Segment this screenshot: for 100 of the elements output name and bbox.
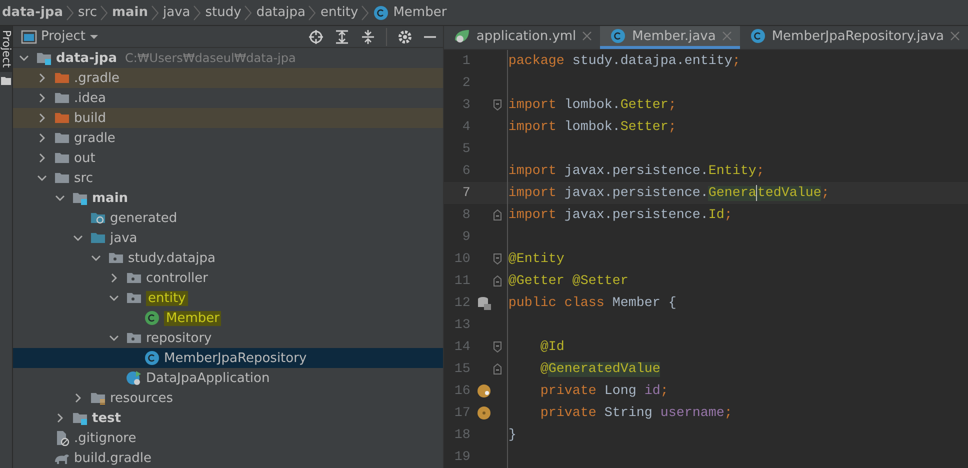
chevron-icon: [151, 4, 160, 20]
chevron-icon: [100, 4, 108, 20]
item-label: main: [92, 190, 128, 206]
item-label: DataJpaApplication: [146, 370, 270, 386]
code-line: private Long id;: [539, 382, 668, 400]
folder-icon: [108, 250, 124, 266]
item-label: MemberJpaRepository: [164, 350, 307, 366]
code-line: @Getter @Setter: [508, 272, 628, 290]
tree-row[interactable]: gradle: [13, 128, 444, 148]
panel-title[interactable]: Project: [41, 29, 86, 44]
folder-icon: [126, 290, 142, 306]
tree-row[interactable]: controller: [13, 268, 444, 288]
folder-icon: [54, 170, 70, 186]
tree-row[interactable]: entity: [13, 288, 444, 308]
item-label: test: [92, 410, 121, 426]
line-number: 17: [453, 406, 470, 420]
folder-icon: [1, 76, 11, 86]
tree-row[interactable]: repository: [13, 328, 444, 348]
locate-icon[interactable]: [308, 28, 324, 44]
breadcrumb-item[interactable]: Member: [393, 5, 447, 20]
breadcrumb-item[interactable]: study: [205, 5, 242, 20]
project-tool-tab[interactable]: Project: [0, 26, 12, 72]
item-label: study.datajpa: [128, 250, 216, 266]
fold-marker-icon[interactable]: [493, 253, 502, 265]
line-number: 13: [453, 318, 470, 332]
fold-marker-icon[interactable]: [493, 275, 502, 287]
item-label: entity: [146, 290, 188, 306]
line-number: 2: [461, 76, 470, 90]
item-label: out: [74, 150, 96, 166]
tree-row[interactable]: src: [13, 168, 444, 188]
fold-marker-icon[interactable]: [493, 99, 502, 111]
code-line: import javax.persistence.GeneratedValue;: [508, 184, 830, 203]
tree-row[interactable]: build.gradle: [13, 448, 444, 468]
editor-tab[interactable]: application.yml: [444, 26, 600, 49]
expand-all-icon[interactable]: [334, 28, 350, 44]
fold-marker-icon[interactable]: [493, 209, 502, 221]
editor-tab[interactable]: Member.java: [600, 26, 740, 49]
folder-icon: [72, 190, 88, 206]
code-line: import lombok.Setter;: [508, 118, 676, 136]
line-number: 10: [453, 252, 470, 266]
field-icon[interactable]: [476, 406, 491, 420]
tree-row[interactable]: .gradle: [13, 68, 444, 88]
ignored-file-icon: [54, 430, 70, 446]
breadcrumb-item[interactable]: java: [163, 5, 190, 20]
tree-row[interactable]: study.datajpa: [13, 248, 444, 268]
line-number: 4: [461, 120, 470, 134]
code-line: import lombok.Getter;: [508, 96, 676, 114]
key-field-icon[interactable]: [476, 384, 491, 398]
code-line: package study.datajpa.entity;: [508, 52, 740, 70]
item-label: Member: [164, 310, 222, 326]
code-line: private String username;: [539, 404, 732, 422]
folder-icon: [90, 230, 106, 246]
folder-icon: [54, 110, 70, 126]
fold-marker-icon[interactable]: [493, 363, 502, 375]
settings-icon[interactable]: [397, 28, 414, 44]
code-line: @GeneratedValue: [539, 360, 660, 378]
tree-row[interactable]: generated: [13, 208, 444, 228]
tree-row[interactable]: test: [13, 408, 444, 428]
close-icon[interactable]: [950, 31, 960, 41]
editor-tab[interactable]: MemberJpaRepository.java: [740, 26, 968, 49]
fold-marker-icon[interactable]: [493, 341, 502, 353]
folder-icon: [54, 130, 70, 146]
folder-icon: [90, 210, 106, 226]
item-label: controller: [146, 270, 208, 286]
tree-row[interactable]: out: [13, 148, 444, 168]
item-label: build: [74, 110, 106, 126]
tree-row[interactable]: .gitignore: [13, 428, 444, 448]
tree-row[interactable]: resources: [13, 388, 444, 408]
breadcrumb-item[interactable]: main: [112, 5, 148, 20]
tree-row[interactable]: build: [13, 108, 444, 128]
tree-row[interactable]: data-jpa C:₩Users₩daseul₩data-jpa: [13, 48, 444, 68]
window-icon: [21, 28, 37, 44]
line-number: 15: [453, 362, 470, 376]
tree-row[interactable]: main: [13, 188, 444, 208]
chevron-icon: [244, 4, 252, 20]
line-number: 16: [453, 384, 470, 398]
folder-icon: [54, 150, 70, 166]
breadcrumb-item[interactable]: data-jpa: [2, 5, 63, 20]
tree-row[interactable]: DataJpaApplication: [13, 368, 444, 388]
item-label: generated: [110, 210, 178, 226]
line-number: 19: [453, 450, 470, 464]
item-label: java: [110, 230, 138, 246]
line-number: 11: [453, 274, 470, 288]
spring-class-icon: [126, 370, 142, 386]
breadcrumb-item[interactable]: entity: [320, 5, 358, 20]
line-number: 8: [461, 208, 470, 222]
collapse-all-icon[interactable]: [360, 28, 376, 44]
chevron-icon: [66, 4, 74, 20]
close-icon[interactable]: [582, 31, 592, 41]
tree-row[interactable]: .idea: [13, 88, 444, 108]
breadcrumb-item[interactable]: src: [78, 5, 97, 20]
tree-row[interactable]: java: [13, 228, 444, 248]
folder-icon: [54, 70, 70, 86]
item-label: .gradle: [74, 70, 120, 86]
line-number: 18: [453, 428, 470, 442]
folder-icon: [126, 270, 142, 286]
breadcrumb-item[interactable]: datajpa: [256, 5, 306, 20]
tree-row[interactable]: MemberJpaRepository: [13, 348, 444, 368]
database-icon[interactable]: [476, 296, 491, 310]
tree-row[interactable]: Member: [13, 308, 444, 328]
